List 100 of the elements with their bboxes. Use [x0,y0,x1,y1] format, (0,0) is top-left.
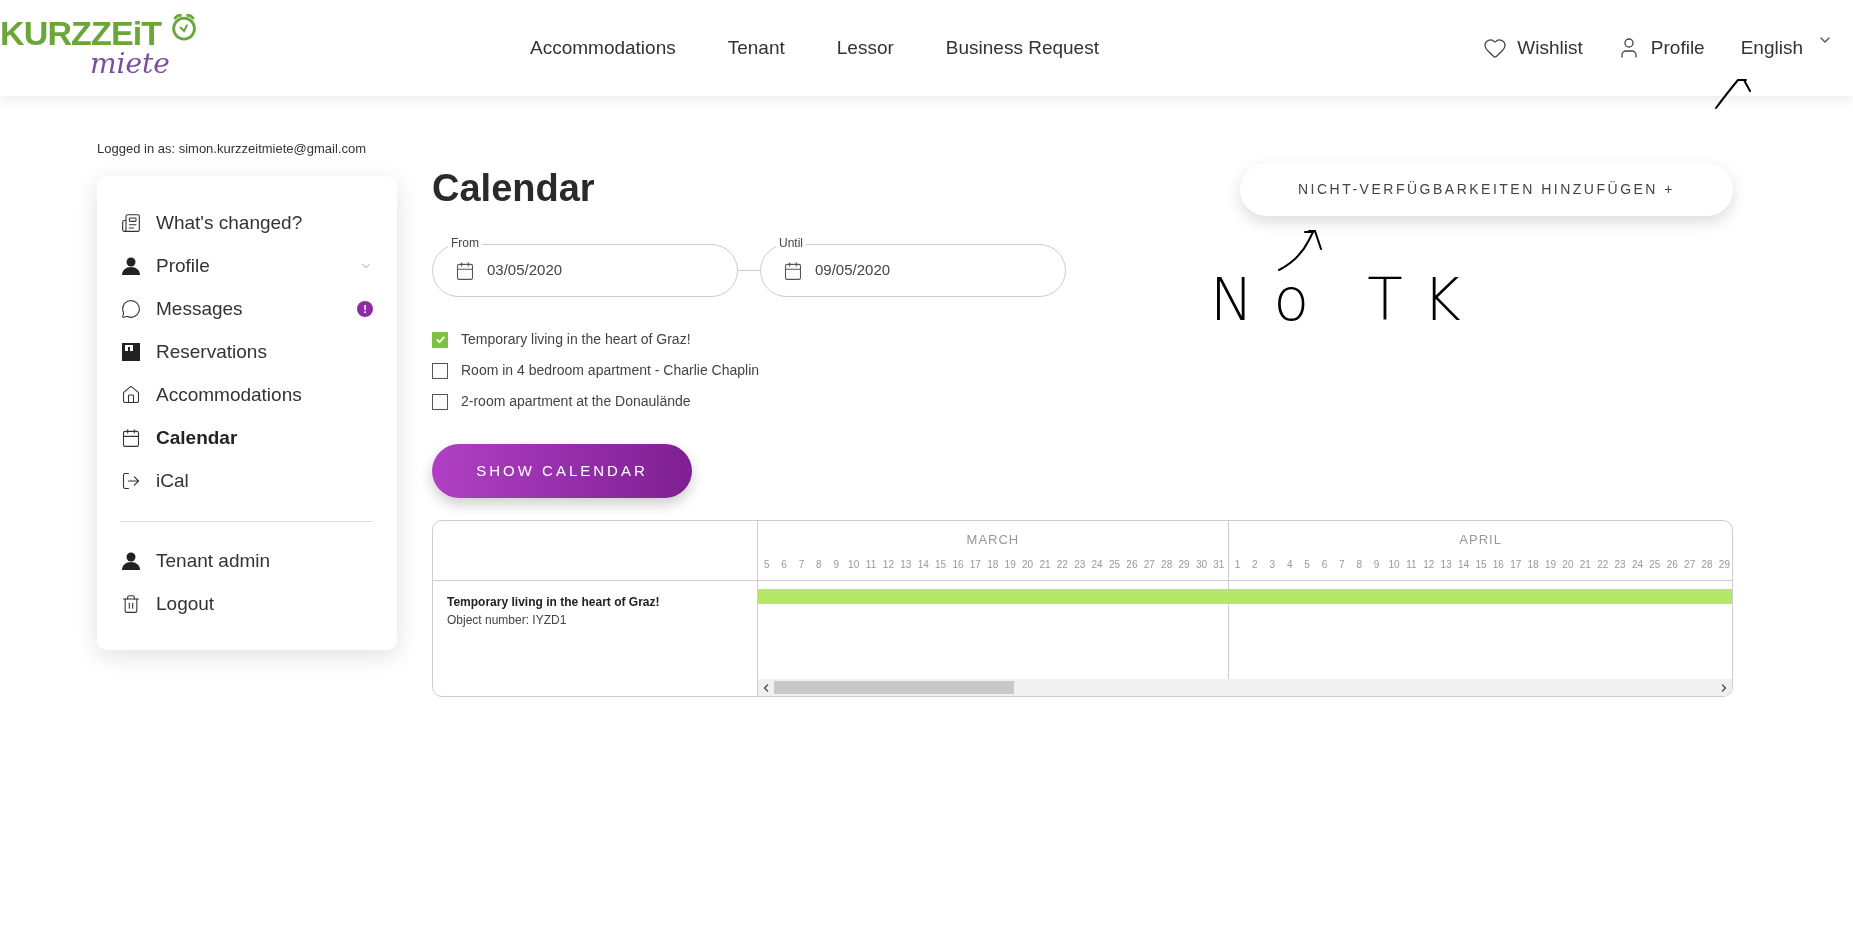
day-number: 9 [1372,558,1381,572]
day-number: 3 [1268,558,1277,572]
day-number: 29 [1177,558,1191,572]
sidebar-item[interactable]: Logout [121,582,373,626]
language-dropdown[interactable]: English [1740,33,1833,63]
checkbox-label: Room in 4 bedroom apartment - Charlie Chaplin [461,361,760,380]
day-number: 20 [1561,558,1575,572]
day-number: 4 [1285,558,1294,572]
checkbox[interactable] [432,362,448,379]
day-number: 15 [1474,558,1488,572]
speech-bubble-icon [121,299,141,319]
user-icon [121,551,141,571]
nav-link[interactable]: Tenant [727,33,785,63]
day-number: 10 [847,558,861,572]
sidebar-item[interactable]: iCal [121,459,373,503]
day-number: 8 [1355,558,1363,572]
day-number: 22 [1055,558,1069,572]
checkbox-label: 2-room apartment at the Donaulände [461,392,691,411]
sidebar-item[interactable]: Reservations [121,330,373,374]
show-calendar-button[interactable]: SHOW CALENDAR [432,444,692,498]
day-number: 19 [1003,558,1017,572]
day-number: 26 [1665,558,1679,572]
field-label: Until [776,237,806,249]
day-number: 28 [1160,558,1174,572]
day-number: 12 [881,558,895,572]
sidebar-item[interactable]: Accommodations [121,373,373,417]
header-link[interactable]: Wishlist [1483,33,1583,63]
day-number: 20 [1021,558,1035,572]
check-icon [434,334,446,345]
day-number: 25 [1107,558,1122,572]
month-label: MARCH [965,531,1021,549]
day-number: 11 [1405,558,1418,572]
user-icon [121,256,141,276]
day-number: 29 [1717,558,1731,572]
ledger-icon [121,342,141,362]
day-number: 18 [986,558,1000,572]
day-number: 8 [815,558,823,572]
logged-in-text: Logged in as: simon.kurzzeitmiete@gmail.com [97,140,367,158]
day-number: 27 [1683,558,1697,572]
day-number: 26 [1125,558,1139,572]
day-number: 6 [780,558,788,572]
row-subtitle: Object number: IYZD1 [447,612,568,629]
day-number: 2 [1251,558,1259,572]
header-link[interactable]: Profile [1616,33,1705,63]
newspaper-icon [121,213,141,233]
day-number: 19 [1543,558,1558,572]
day-number: 11 [864,558,878,572]
day-number: 22 [1596,558,1610,572]
day-number: 16 [951,558,965,572]
day-number: 27 [1142,558,1156,572]
day-number: 10 [1387,558,1401,572]
month-label: APRIL [1458,531,1503,549]
day-number: 7 [797,558,806,572]
checkbox[interactable] [432,393,448,410]
row-title: Temporary living in the heart of Graz! [447,594,661,611]
sidebar-item[interactable]: What's changed? [121,201,373,245]
day-number: 13 [899,558,913,572]
day-number: 13 [1439,558,1453,572]
sidebar-item[interactable]: Tenant admin [121,539,373,583]
day-number: 18 [1526,558,1540,572]
day-number: 14 [1457,558,1471,572]
day-number: 6 [1320,558,1329,572]
day-number: 23 [1073,558,1087,572]
alert-badge: ! [357,301,373,317]
day-number: 14 [916,558,930,572]
day-number: 24 [1630,558,1645,572]
day-number: 25 [1648,558,1662,572]
day-number: 28 [1700,558,1714,572]
logo-wordmark: KURZZEiT [0,16,163,50]
logo[interactable]: KURZZEiT miete [0,8,200,88]
day-number: 21 [1038,558,1052,572]
sidebar-item[interactable]: Profile [121,244,373,288]
day-number: 9 [832,558,841,572]
day-number: 5 [1303,558,1311,572]
day-number: 21 [1578,558,1592,572]
nav-link[interactable]: Business Request [945,33,1099,63]
day-number: 12 [1422,558,1436,572]
day-number: 15 [934,558,948,572]
logo-script: miete [90,50,170,78]
day-number: 16 [1491,558,1505,572]
sidebar-item[interactable]: Messages ! [121,287,373,331]
sidebar-item[interactable]: Calendar [121,416,373,460]
horizontal-scrollbar[interactable] [758,679,1732,696]
day-number: 5 [762,558,771,572]
day-number: 1 [1233,558,1242,572]
day-number: 7 [1338,558,1346,572]
scrollbar-thumb[interactable] [774,681,1014,694]
trash-icon [121,594,141,614]
day-number: 31 [1212,558,1226,572]
day-number: 23 [1613,558,1627,572]
checkbox[interactable] [432,331,448,348]
nav-link[interactable]: Accommodations [530,33,676,63]
calendar-icon [121,428,141,448]
page-title: Calendar [432,169,596,207]
day-number: 24 [1090,558,1104,572]
day-number: 30 [1194,558,1208,572]
add-unavailability-button[interactable]: NICHT-VERFÜGBARKEITEN HINZUFÜGEN + [1240,163,1733,216]
heart-icon [1483,36,1508,60]
nav-link[interactable]: Lessor [836,33,894,63]
home-icon [121,385,141,405]
